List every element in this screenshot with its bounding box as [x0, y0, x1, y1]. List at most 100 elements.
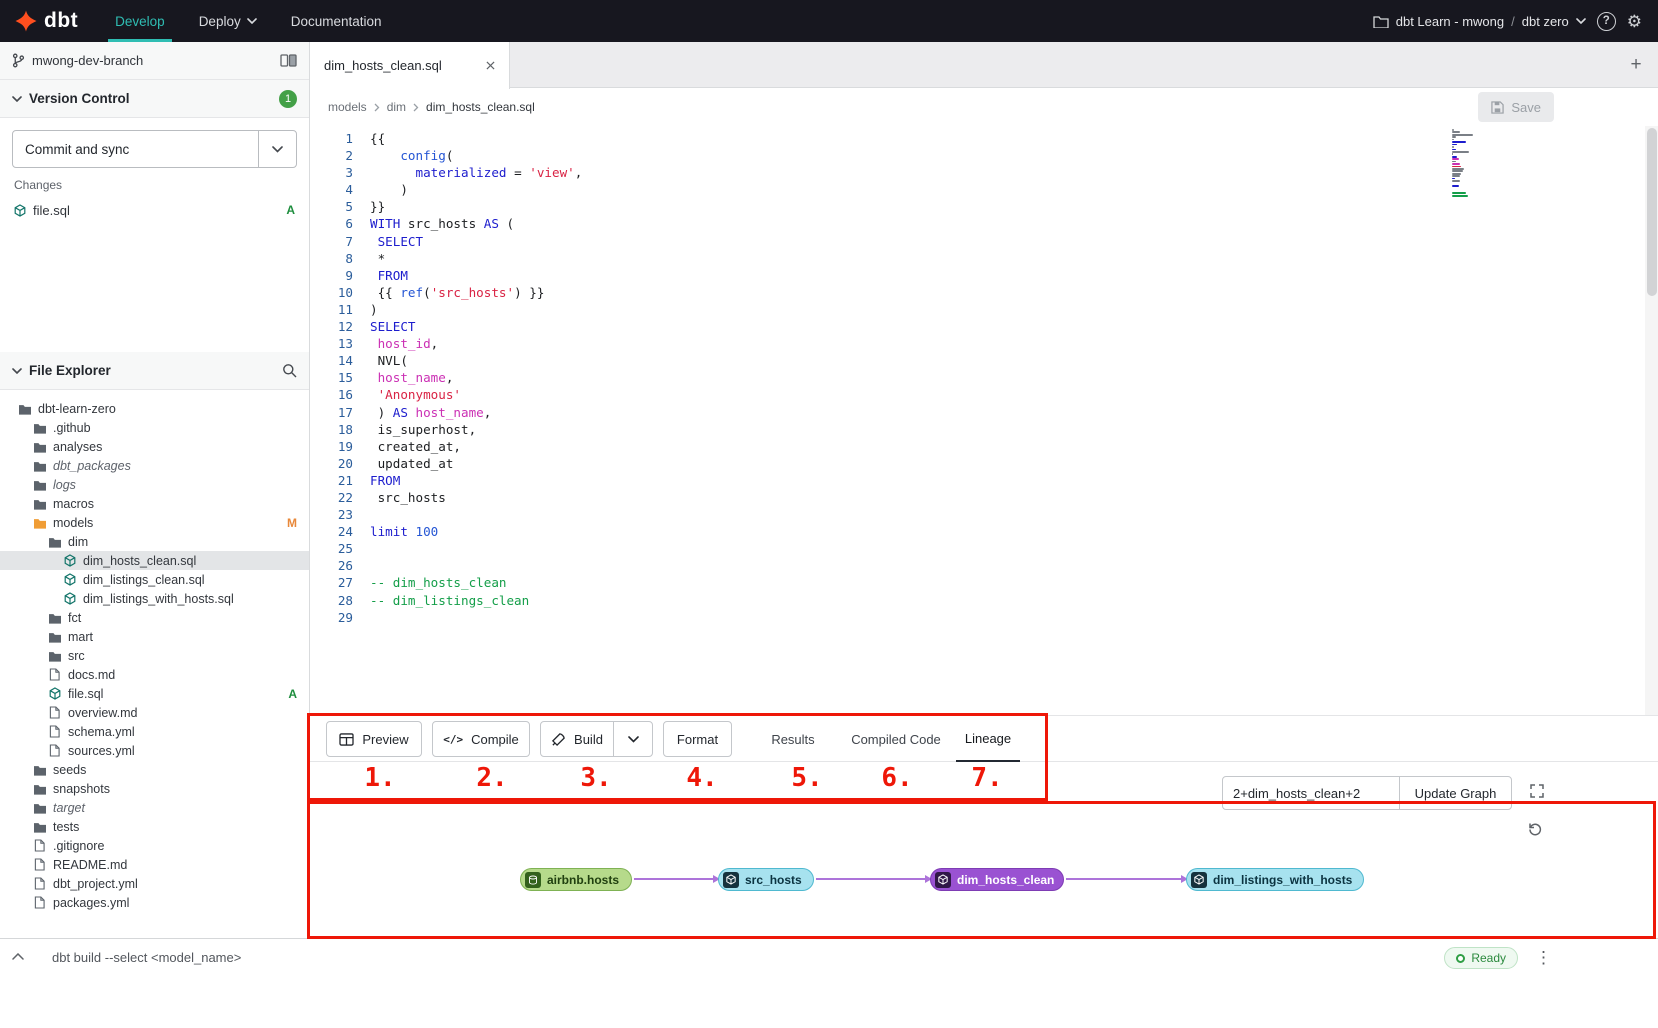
new-tab-button[interactable]: +: [1618, 42, 1654, 88]
code-line[interactable]: 19 created_at,: [322, 438, 1658, 455]
build-button[interactable]: Build: [540, 721, 614, 757]
code-line[interactable]: 13 host_id,: [322, 335, 1658, 352]
tree-item-seeds[interactable]: seeds: [0, 760, 309, 779]
tree-item-fct[interactable]: fct: [0, 608, 309, 627]
tree-item-dbt-learn-zero[interactable]: dbt-learn-zero: [0, 399, 309, 418]
dbt-logo[interactable]: dbt: [0, 9, 98, 33]
commit-and-sync-button[interactable]: Commit and sync: [12, 130, 297, 168]
code-line[interactable]: 24limit 100: [322, 523, 1658, 540]
compile-button[interactable]: </> Compile: [432, 721, 530, 757]
code-line[interactable]: 29: [322, 609, 1658, 626]
file-explorer-header[interactable]: File Explorer: [0, 352, 309, 390]
tree-item-overview.md[interactable]: overview.md: [0, 703, 309, 722]
code-line[interactable]: 22 src_hosts: [322, 489, 1658, 506]
tree-item-dim_listings_with_hosts.sql[interactable]: dim_listings_with_hosts.sql: [0, 589, 309, 608]
tree-item-README.md[interactable]: README.md: [0, 855, 309, 874]
tree-item-dim_hosts_clean.sql[interactable]: dim_hosts_clean.sql: [0, 551, 309, 570]
tree-item-file.sql[interactable]: file.sqlA: [0, 684, 309, 703]
lineage-selector-input[interactable]: [1222, 776, 1400, 810]
tab-lineage[interactable]: Lineage: [956, 716, 1020, 763]
commit-button-label: Commit and sync: [13, 131, 258, 167]
code-line[interactable]: 12SELECT: [322, 318, 1658, 335]
code-line[interactable]: 21FROM: [322, 472, 1658, 489]
tree-item-schema.yml[interactable]: schema.yml: [0, 722, 309, 741]
minimap[interactable]: [1452, 129, 1478, 200]
tree-item-logs[interactable]: logs: [0, 475, 309, 494]
code-line[interactable]: 11): [322, 301, 1658, 318]
code-line[interactable]: 18 is_superhost,: [322, 421, 1658, 438]
search-icon[interactable]: [282, 363, 297, 378]
code-line[interactable]: 27-- dim_hosts_clean: [322, 574, 1658, 591]
code-line[interactable]: 8 *: [322, 250, 1658, 267]
settings-gear-icon[interactable]: ⚙: [1627, 13, 1642, 30]
changed-file-row[interactable]: file.sql A: [0, 198, 309, 222]
format-button[interactable]: Format: [663, 721, 732, 757]
commit-options-caret[interactable]: [258, 131, 296, 167]
tree-item-docs.md[interactable]: docs.md: [0, 665, 309, 684]
reset-view-icon[interactable]: [1522, 816, 1548, 842]
code-line[interactable]: 9 FROM: [322, 267, 1658, 284]
tree-item-dim_listings_clean.sql[interactable]: dim_listings_clean.sql: [0, 570, 309, 589]
breadcrumb-dim[interactable]: dim: [387, 100, 406, 114]
tree-item-mart[interactable]: mart: [0, 627, 309, 646]
update-graph-button[interactable]: Update Graph: [1399, 776, 1512, 810]
tree-item-dim[interactable]: dim: [0, 532, 309, 551]
code-line[interactable]: 5}}: [322, 198, 1658, 215]
nav-documentation[interactable]: Documentation: [274, 0, 399, 42]
tree-item-target[interactable]: target: [0, 798, 309, 817]
nav-deploy[interactable]: Deploy: [182, 0, 274, 42]
tree-item-models[interactable]: modelsM: [0, 513, 309, 532]
code-line[interactable]: 7 SELECT: [322, 233, 1658, 250]
code-line[interactable]: 17 ) AS host_name,: [322, 404, 1658, 421]
build-options-caret[interactable]: [613, 721, 653, 757]
code-line[interactable]: 25: [322, 540, 1658, 557]
account-project-switcher[interactable]: dbt Learn - mwong / dbt zero: [1373, 14, 1586, 29]
tree-item-macros[interactable]: macros: [0, 494, 309, 513]
code-line[interactable]: 15 host_name,: [322, 369, 1658, 386]
command-input[interactable]: dbt build --select <model_name>: [52, 950, 241, 965]
kebab-menu-icon[interactable]: ⋮: [1535, 948, 1552, 968]
code-line[interactable]: 10 {{ ref('src_hosts') }}: [322, 284, 1658, 301]
tab-results[interactable]: Results: [760, 716, 826, 763]
editor-tab[interactable]: dim_hosts_clean.sql: [310, 42, 510, 89]
tree-item-.github[interactable]: .github: [0, 418, 309, 437]
tree-item-analyses[interactable]: analyses: [0, 437, 309, 456]
branch-row[interactable]: mwong-dev-branch: [0, 42, 309, 80]
node-label: dim_listings_with_hosts: [1213, 873, 1352, 887]
lineage-node-airbnb-hosts[interactable]: airbnb.hosts: [520, 868, 632, 891]
lineage-node-dim-listings-with-hosts[interactable]: dim_listings_with_hosts: [1186, 868, 1364, 891]
breadcrumb-models[interactable]: models: [328, 100, 367, 114]
lineage-node-src-hosts[interactable]: src_hosts: [718, 868, 814, 891]
code-line[interactable]: 26: [322, 557, 1658, 574]
lineage-node-dim-hosts-clean[interactable]: dim_hosts_clean: [930, 868, 1064, 891]
fullscreen-icon[interactable]: [1524, 778, 1550, 804]
tree-item-packages.yml[interactable]: packages.yml: [0, 893, 309, 912]
seed-icon: [525, 872, 541, 888]
preview-button[interactable]: Preview: [326, 721, 422, 757]
tree-item-src[interactable]: src: [0, 646, 309, 665]
split-pane-icon[interactable]: [280, 54, 297, 67]
code-line[interactable]: 6WITH src_hosts AS (: [322, 215, 1658, 232]
tree-item-snapshots[interactable]: snapshots: [0, 779, 309, 798]
tree-item-dbt_packages[interactable]: dbt_packages: [0, 456, 309, 475]
nav-develop[interactable]: Develop: [98, 0, 182, 42]
save-button[interactable]: Save: [1478, 92, 1554, 122]
chevron-up-icon[interactable]: [12, 953, 24, 960]
tree-item-dbt_project.yml[interactable]: dbt_project.yml: [0, 874, 309, 893]
version-control-header[interactable]: Version Control 1: [0, 80, 309, 118]
code-editor[interactable]: 1{{2 config(3 materialized = 'view',4 )5…: [310, 126, 1658, 715]
code-line[interactable]: 28-- dim_listings_clean: [322, 592, 1658, 609]
code-line[interactable]: 23: [322, 506, 1658, 523]
tree-item-.gitignore[interactable]: .gitignore: [0, 836, 309, 855]
code-line[interactable]: 20 updated_at: [322, 455, 1658, 472]
help-icon[interactable]: ?: [1597, 12, 1616, 31]
code-line[interactable]: 14 NVL(: [322, 352, 1658, 369]
scrollbar-thumb[interactable]: [1647, 128, 1657, 296]
code-line[interactable]: 16 'Anonymous': [322, 386, 1658, 403]
tree-item-sources.yml[interactable]: sources.yml: [0, 741, 309, 760]
editor-scrollbar[interactable]: [1645, 126, 1658, 715]
tab-compiled-code[interactable]: Compiled Code: [840, 716, 952, 763]
tree-item-tests[interactable]: tests: [0, 817, 309, 836]
close-icon[interactable]: [486, 61, 495, 70]
top-nav-bar: dbt Develop Deploy Documentation dbt Lea…: [0, 0, 1658, 42]
